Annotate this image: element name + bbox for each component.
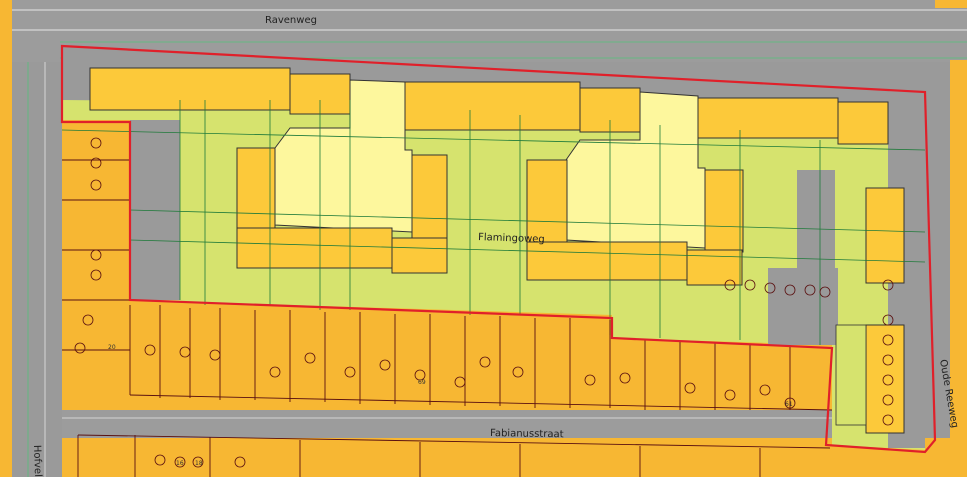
house-number-69: 69	[418, 379, 426, 386]
label-horvelweg: Hofvelweg	[31, 445, 44, 477]
wing-east-2	[704, 169, 744, 253]
house-number-16: 16	[176, 460, 184, 467]
left-strip	[0, 60, 12, 477]
house-number-20: 20	[108, 344, 116, 351]
wing-west-1	[236, 147, 276, 229]
parking-east	[768, 268, 838, 345]
top-right-block	[935, 0, 967, 8]
garage-block	[797, 170, 835, 268]
label-flamingoweg: Flamingoweg	[478, 232, 545, 245]
top-left-block	[0, 0, 12, 60]
block-se-1	[526, 241, 688, 281]
wing-west-2	[411, 154, 448, 241]
building-north-1	[89, 67, 291, 111]
road-fabianusstraat	[62, 410, 832, 438]
building-north-6	[837, 101, 889, 145]
house-number-61: 61	[785, 401, 793, 408]
zoning-map[interactable]: Ravenweg Flamingoweg Fabianusstraat Oude…	[0, 0, 967, 477]
building-north-3	[404, 81, 581, 131]
wing-east-1	[526, 159, 568, 243]
label-ravenweg: Ravenweg	[265, 15, 317, 26]
block-sw-2	[391, 237, 448, 274]
building-east-upper	[865, 187, 905, 284]
label-fabianusstraat: Fabianusstraat	[490, 428, 564, 440]
building-se-small	[835, 324, 867, 426]
house-number-18: 18	[195, 460, 203, 467]
building-north-5	[697, 97, 839, 139]
building-east-lower	[865, 324, 905, 434]
block-sw-1	[236, 227, 393, 269]
